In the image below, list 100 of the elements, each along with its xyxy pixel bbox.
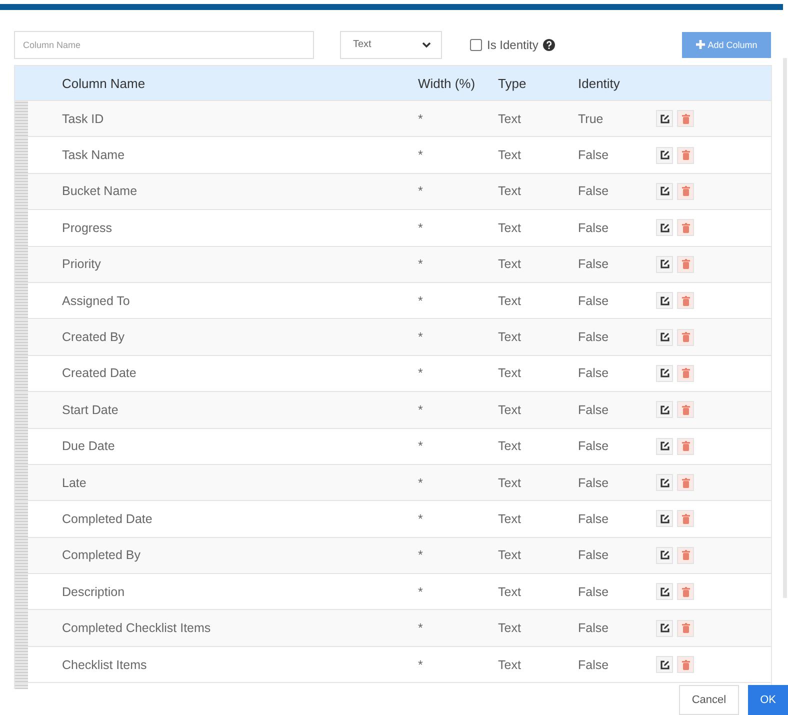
table-cell: Created Date	[62, 366, 136, 380]
table-cell: Due Date	[62, 439, 115, 454]
table-cell: False	[578, 439, 609, 454]
drag-handle[interactable]	[15, 574, 28, 610]
edit-icon	[660, 514, 670, 524]
table-cell: Text	[498, 402, 521, 417]
drag-handle[interactable]	[15, 210, 28, 246]
table-cell: *	[418, 257, 423, 272]
cancel-button[interactable]: Cancel	[678, 685, 740, 715]
edit-icon	[660, 296, 670, 306]
table-cell: Text	[498, 584, 521, 599]
table-cell: *	[418, 148, 423, 162]
edit-button[interactable]	[656, 438, 673, 455]
edit-button[interactable]	[656, 182, 673, 200]
trash-icon	[682, 660, 690, 670]
column-header: Type	[498, 76, 526, 90]
column-header: Column Name	[62, 76, 146, 90]
identity-checkbox[interactable]	[470, 38, 482, 50]
table-cell: Text	[498, 112, 521, 126]
table-cell: Text	[498, 257, 521, 272]
drag-handle[interactable]	[15, 319, 28, 355]
table-cell: *	[418, 512, 423, 526]
edit-button[interactable]	[656, 110, 673, 128]
table-cell: Bucket Name	[62, 184, 138, 198]
edit-icon	[660, 186, 670, 196]
edit-button[interactable]	[656, 401, 673, 418]
drag-handle[interactable]	[15, 174, 28, 210]
edit-icon	[660, 660, 670, 670]
edit-button[interactable]	[656, 474, 673, 492]
edit-button[interactable]	[656, 583, 673, 600]
trash-icon	[682, 550, 690, 560]
table-cell: *	[418, 112, 423, 126]
table-cell: False	[578, 330, 609, 344]
table-cell: *	[418, 658, 423, 672]
edit-button[interactable]	[656, 364, 673, 382]
edit-button[interactable]	[656, 328, 673, 346]
column-name-field[interactable]: Column Name	[14, 30, 314, 58]
edit-button[interactable]	[656, 510, 673, 528]
trash-icon	[682, 623, 690, 634]
edit-icon	[660, 550, 670, 560]
drag-handle[interactable]	[15, 282, 28, 318]
drag-handle[interactable]	[15, 646, 28, 682]
drag-handle[interactable]	[15, 538, 28, 574]
table-cell: *	[418, 184, 423, 198]
table-cell: *	[418, 294, 423, 308]
edit-button[interactable]	[656, 546, 673, 564]
edit-icon	[660, 404, 670, 415]
drag-handle[interactable]	[15, 137, 28, 173]
trash-icon	[682, 478, 690, 488]
drag-handle[interactable]	[15, 246, 28, 282]
trash-icon	[682, 404, 690, 415]
drag-handle[interactable]	[15, 428, 28, 464]
table-cell: Text	[498, 512, 521, 526]
table-cell: False	[578, 621, 609, 636]
table-cell: Text	[498, 548, 521, 562]
edit-icon	[660, 586, 670, 597]
drag-handle[interactable]	[15, 683, 28, 690]
table-cell: Text	[498, 184, 521, 198]
table-cell: Text	[498, 220, 521, 235]
table-cell: *	[418, 366, 423, 380]
trash-icon	[682, 296, 690, 306]
table-cell: Completed Date	[62, 512, 152, 526]
table-cell: *	[418, 402, 423, 417]
table-cell: Text	[498, 476, 521, 490]
drag-handle[interactable]	[15, 392, 28, 428]
checkbox-label: Is Identity	[487, 38, 538, 52]
table-cell: Text	[498, 621, 521, 636]
type-dropdown[interactable]: Text	[340, 30, 442, 58]
edit-button[interactable]	[656, 620, 673, 637]
table-cell: Checklist Items	[62, 658, 147, 672]
drag-handle[interactable]	[15, 610, 28, 646]
table-cell: Text	[498, 148, 521, 162]
drag-handle[interactable]	[15, 501, 28, 537]
edit-icon	[660, 332, 670, 342]
edit-icon	[660, 222, 670, 233]
ok-button[interactable]: OK	[748, 685, 788, 715]
table-cell: False	[578, 512, 609, 526]
edit-button[interactable]	[656, 656, 673, 674]
table-cell: False	[578, 366, 609, 380]
table-cell: False	[578, 220, 609, 235]
table-cell: True	[578, 112, 604, 126]
table-cell: *	[418, 220, 423, 235]
edit-button[interactable]	[656, 292, 673, 310]
drag-handle[interactable]	[15, 356, 28, 392]
help-icon[interactable]	[543, 38, 556, 50]
edit-button[interactable]	[656, 146, 673, 164]
table-cell: Text	[498, 658, 521, 672]
table-cell: Task Name	[62, 148, 125, 162]
table-cell: Created By	[62, 330, 125, 344]
drag-handle[interactable]	[15, 101, 28, 136]
edit-button[interactable]	[656, 219, 673, 236]
edit-icon	[660, 114, 670, 124]
table-cell: *	[418, 548, 423, 562]
trash-icon	[682, 368, 690, 378]
column-header: Width (%)	[418, 76, 476, 90]
drag-handle[interactable]	[15, 464, 28, 500]
edit-icon	[660, 441, 670, 452]
table-cell: Priority	[62, 257, 101, 272]
table-cell: *	[418, 584, 423, 599]
edit-button[interactable]	[656, 256, 673, 273]
